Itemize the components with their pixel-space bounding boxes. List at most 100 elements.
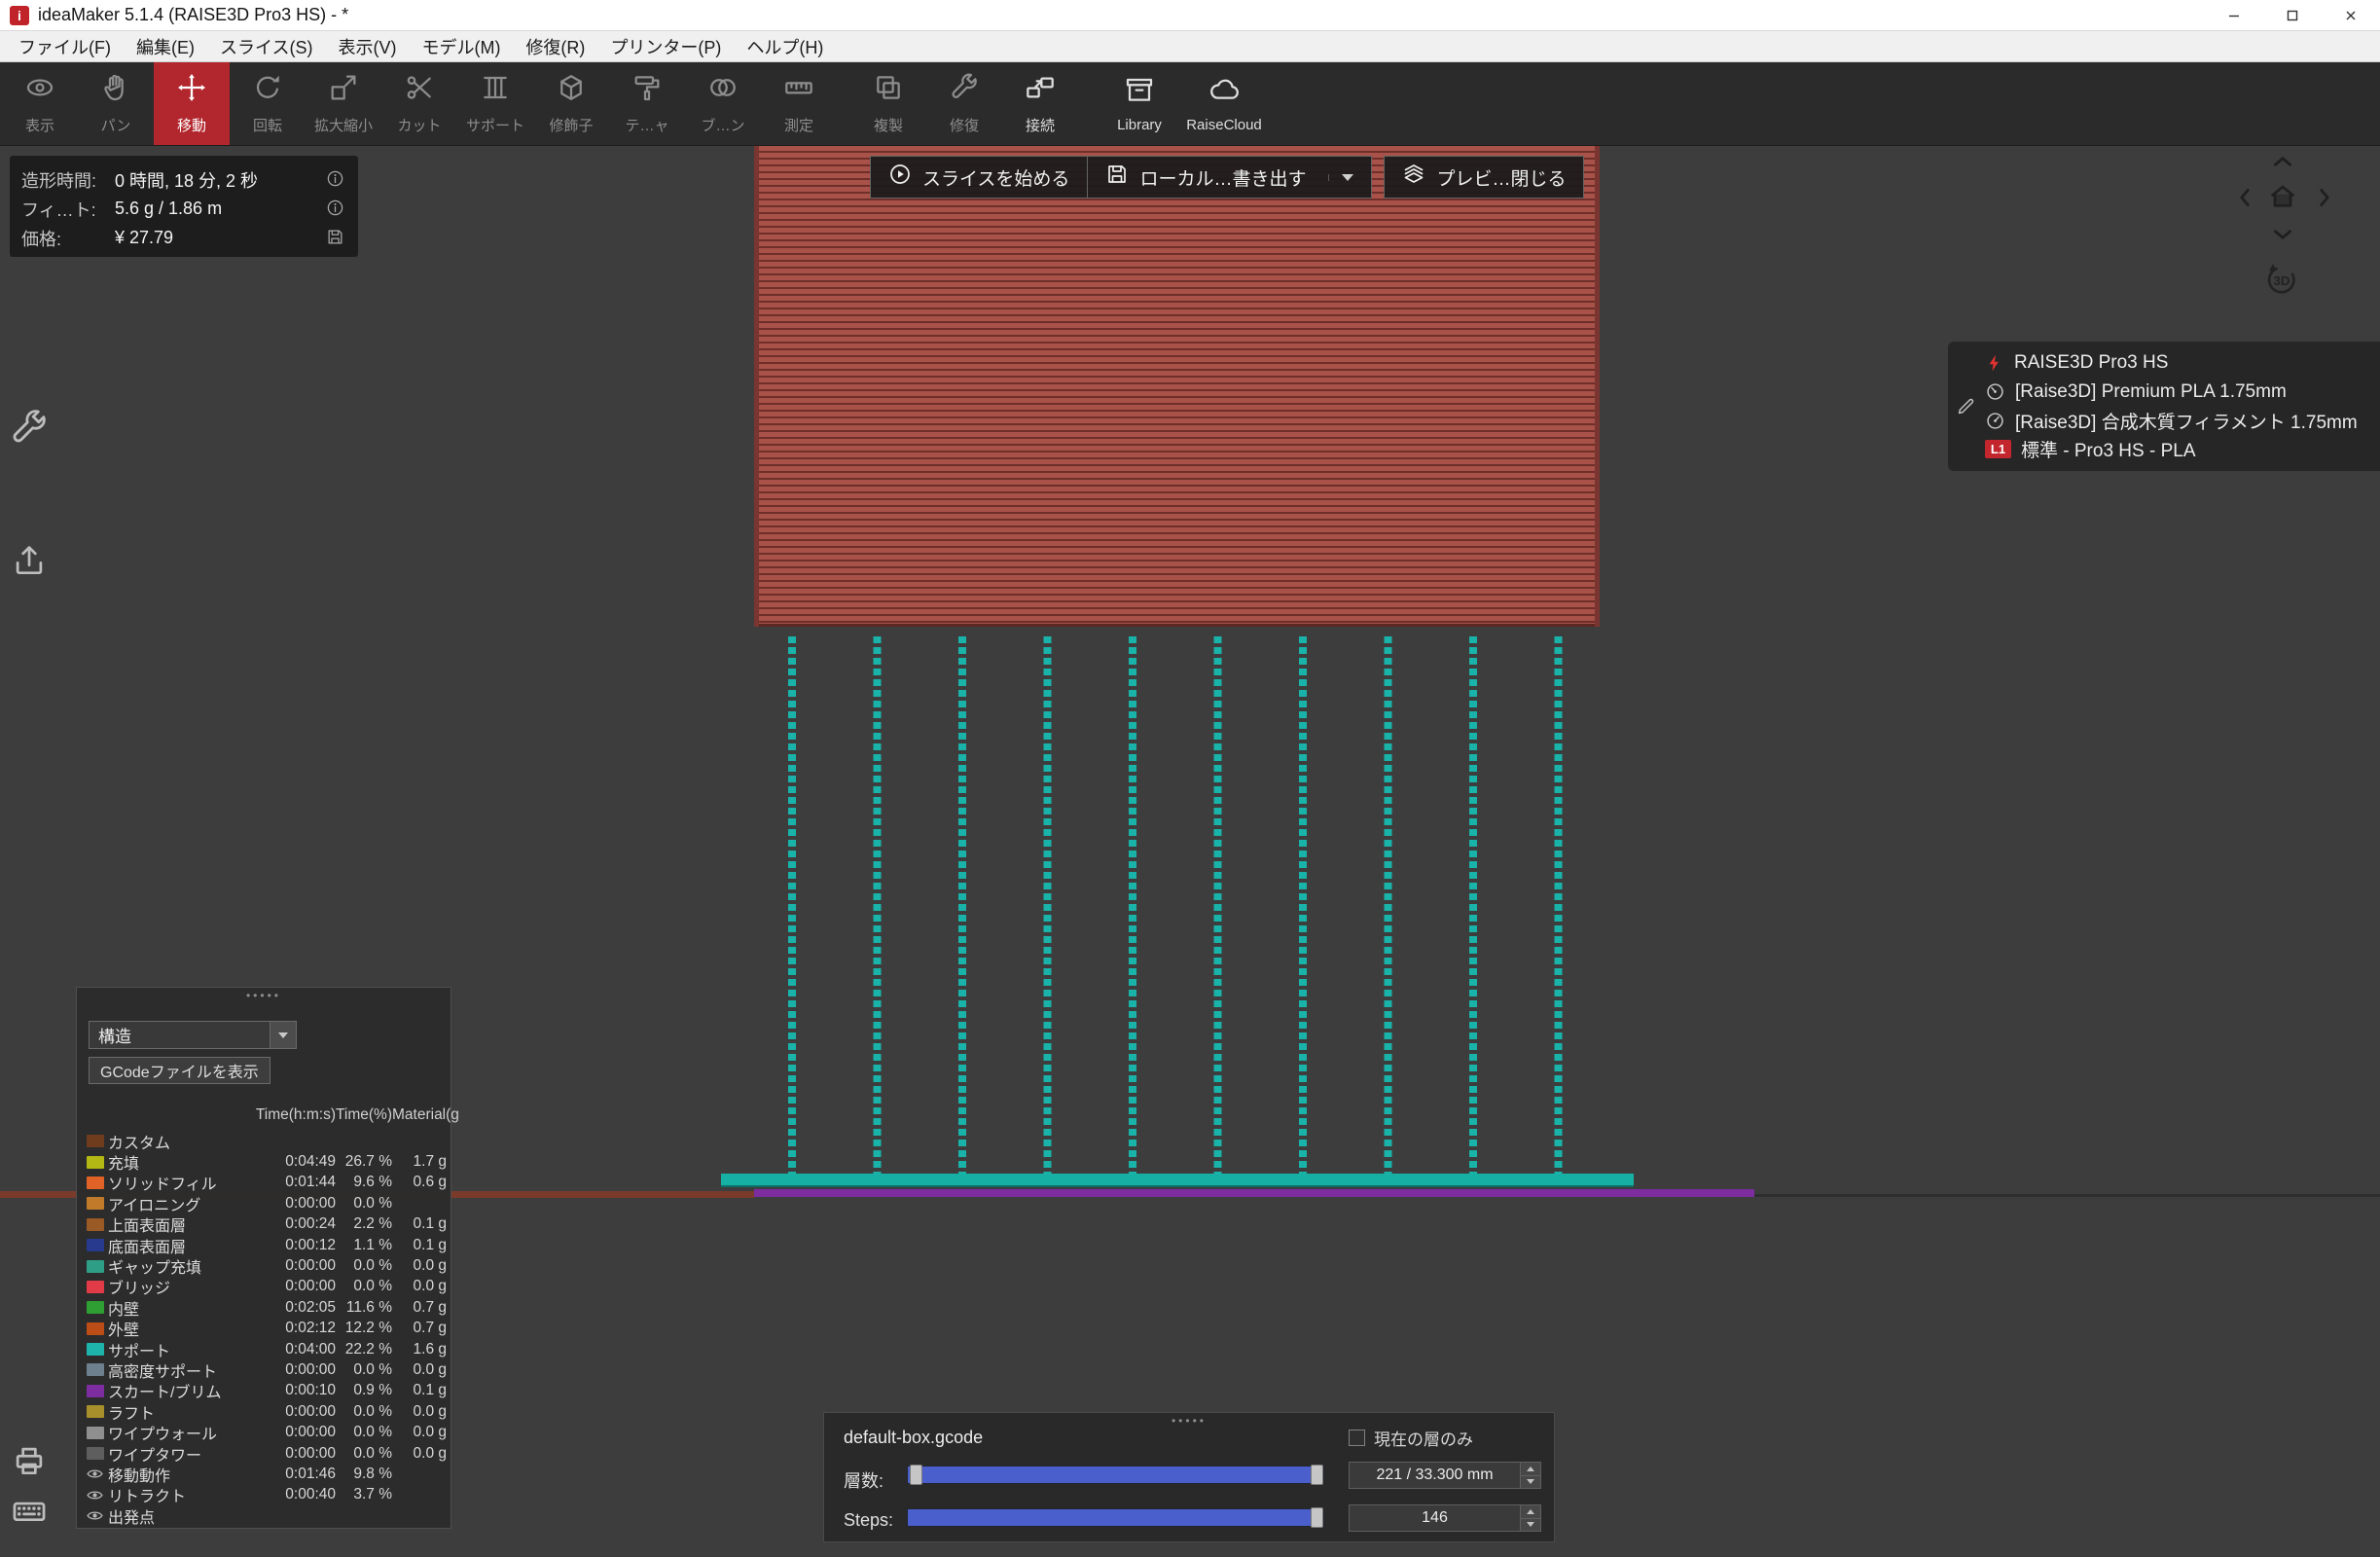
start-slice-button[interactable]: スライスを始める [870, 156, 1088, 199]
spinner-up-icon[interactable] [1521, 1505, 1540, 1518]
export-local-button[interactable]: ローカル…書き出す [1087, 156, 1372, 199]
legend-label: 外壁 [108, 1317, 250, 1340]
tool-duplicate[interactable]: 複製 [850, 62, 926, 145]
template-row[interactable]: L1 標準 - Pro3 HS - PLA [1985, 437, 2370, 462]
current-layer-only-checkbox[interactable] [1349, 1430, 1365, 1446]
menu-slice[interactable]: スライス(S) [207, 31, 325, 61]
keyboard-icon[interactable] [11, 1493, 48, 1535]
legend-time: 0:00:24 [250, 1215, 336, 1233]
tool-texture[interactable]: テ…ャ [609, 62, 685, 145]
show-gcode-button[interactable]: GCodeファイルを表示 [89, 1057, 270, 1084]
legend-time: 0:02:05 [250, 1299, 336, 1317]
visibility-eye-icon[interactable] [87, 1489, 103, 1502]
legend-percent: 26.7 % [336, 1153, 392, 1171]
menu-file[interactable]: ファイル(F) [6, 31, 124, 61]
spinner-up-icon[interactable] [1521, 1463, 1540, 1475]
maximize-button[interactable] [2263, 0, 2322, 30]
tool-repair[interactable]: 修復 [926, 62, 1002, 145]
legend-header: Time(h:m:s) Time(%) Material(g [77, 1106, 451, 1124]
template-badge: L1 [1985, 440, 2011, 458]
left-filament-row[interactable]: [Raise3D] Premium PLA 1.75mm [1985, 380, 2370, 405]
tool-raisecloud[interactable]: RaiseCloud [1177, 62, 1271, 145]
printer-queue-icon[interactable] [11, 1442, 48, 1484]
layers-icon [1402, 163, 1425, 192]
legend-time: 0:00:00 [250, 1361, 336, 1379]
chevron-down-icon[interactable] [2270, 222, 2295, 252]
info-icon[interactable] [326, 199, 344, 222]
bed-edge-right [1754, 1194, 2380, 1197]
legend-time: 0:01:46 [250, 1466, 336, 1483]
home-icon[interactable] [2267, 181, 2298, 217]
visibility-eye-icon[interactable] [87, 1467, 103, 1480]
spinner-down-icon[interactable] [1521, 1475, 1540, 1489]
tool-boolean[interactable]: ブ…ン [685, 62, 761, 145]
menu-repair[interactable]: 修復(R) [513, 31, 597, 61]
gcode-filename: default-box.gcode [844, 1428, 983, 1448]
stat-value: 5.6 g / 1.86 m [115, 199, 222, 219]
legend-label: 高密度サポート [108, 1358, 250, 1382]
printer-row[interactable]: RAISE3D Pro3 HS [1985, 350, 2370, 376]
maximize-icon [2285, 8, 2300, 23]
rotate-3d-icon[interactable]: 3D [2262, 261, 2301, 305]
legend-percent: 9.6 % [336, 1174, 392, 1191]
settings-wrench-icon[interactable] [9, 408, 50, 453]
info-icon[interactable] [326, 169, 344, 193]
tool-measure[interactable]: 測定 [761, 62, 837, 145]
close-button[interactable] [2322, 0, 2380, 30]
rotate-icon [252, 72, 283, 108]
tool-view[interactable]: 表示 [2, 62, 78, 145]
spinner-down-icon[interactable] [1521, 1518, 1540, 1532]
minimize-button[interactable] [2205, 0, 2263, 30]
current-layer-only-option[interactable]: 現在の層のみ [1349, 1426, 1473, 1450]
export-model-icon[interactable] [11, 542, 48, 584]
legend-time: 0:00:00 [250, 1278, 336, 1295]
printer-settings-panel[interactable]: RAISE3D Pro3 HS [Raise3D] Premium PLA 1.… [1948, 342, 2380, 471]
layers-value-box[interactable]: 221 / 33.300 mm [1349, 1462, 1541, 1489]
steps-value-box[interactable]: 146 [1349, 1504, 1541, 1532]
tool-pan[interactable]: パン [78, 62, 154, 145]
chevron-down-icon[interactable] [1328, 174, 1353, 181]
legend-row: ギャップ充填 0:00:00 0.0 % 0.0 g [77, 1255, 451, 1276]
chevron-up-icon[interactable] [2270, 149, 2295, 179]
tool-modifier[interactable]: 修飾子 [533, 62, 609, 145]
tool-support[interactable]: サポート [457, 62, 533, 145]
tool-library[interactable]: Library [1101, 62, 1177, 145]
legend-percent: 1.1 % [336, 1237, 392, 1254]
tool-move[interactable]: 移動 [154, 62, 230, 145]
steps-spinner[interactable] [1520, 1505, 1540, 1531]
steps-slider-handle[interactable] [1311, 1507, 1323, 1528]
close-preview-button[interactable]: プレビ…閉じる [1384, 156, 1584, 199]
menu-view[interactable]: 表示(V) [325, 31, 409, 61]
tool-cut[interactable]: カット [381, 62, 457, 145]
layers-slider-handle-max[interactable] [1311, 1465, 1323, 1485]
legend-time: 0:02:12 [250, 1320, 336, 1337]
view-mode-dropdown[interactable]: 構造 [89, 1021, 297, 1049]
chevron-right-icon[interactable] [2312, 185, 2337, 215]
eye-icon [24, 72, 55, 108]
boolean-icon [707, 72, 739, 108]
right-filament-row[interactable]: [Raise3D] 合成木質フィラメント 1.75mm [1985, 408, 2370, 433]
panel-drag-handle[interactable]: ••••• [77, 989, 451, 1002]
tool-scale[interactable]: 拡大縮小 [306, 62, 381, 145]
layers-range-slider[interactable] [907, 1466, 1324, 1484]
menu-model[interactable]: モデル(M) [409, 31, 513, 61]
menu-printer[interactable]: プリンター(P) [597, 31, 734, 61]
layers-spinner[interactable] [1520, 1463, 1540, 1488]
tool-connect[interactable]: 接続 [1002, 62, 1078, 145]
legend-color-swatch [87, 1385, 104, 1397]
legend-material: 1.6 g [392, 1341, 447, 1358]
layers-slider-handle-min[interactable] [910, 1465, 922, 1485]
chevron-down-icon[interactable] [270, 1022, 296, 1048]
chevron-left-icon[interactable] [2232, 185, 2257, 215]
edit-pencil-icon[interactable] [1956, 396, 1976, 421]
legend-percent: 0.0 % [336, 1403, 392, 1421]
menu-help[interactable]: ヘルプ(H) [734, 31, 836, 61]
visibility-eye-icon[interactable] [87, 1509, 103, 1522]
tool-rotate[interactable]: 回転 [230, 62, 306, 145]
menu-edit[interactable]: 編集(E) [124, 31, 207, 61]
svg-text:3D: 3D [2273, 273, 2290, 288]
save-icon[interactable] [326, 228, 344, 251]
legend-time: 0:00:00 [250, 1424, 336, 1441]
steps-slider[interactable] [907, 1508, 1324, 1527]
stat-label: フィ…ト: [21, 197, 115, 222]
